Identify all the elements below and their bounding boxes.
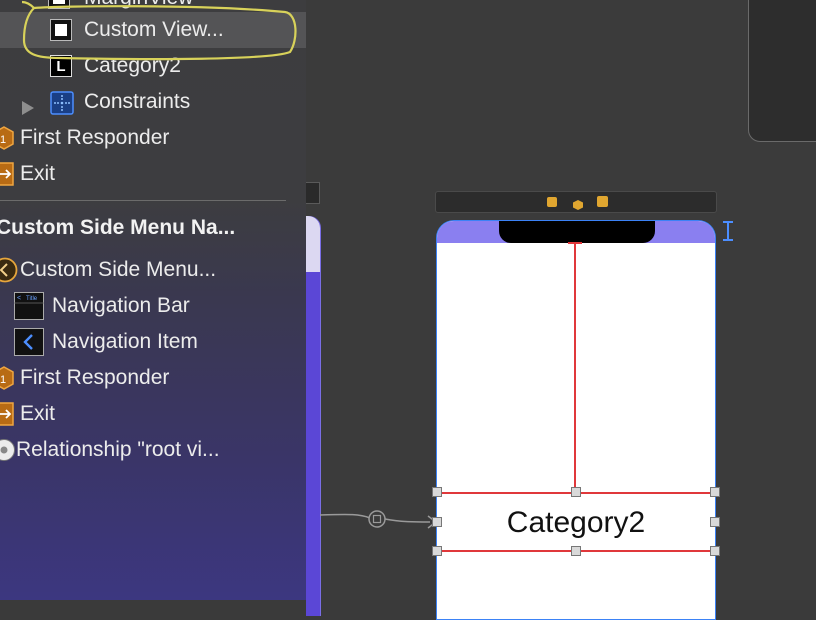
navigation-item-icon <box>14 328 44 356</box>
exit-icon <box>0 402 14 426</box>
segue-arrow[interactable] <box>320 500 450 540</box>
label-icon: L <box>50 55 72 77</box>
resize-handle-right[interactable] <box>710 517 720 527</box>
height-indicator-icon <box>723 221 733 241</box>
outline-item-first-responder[interactable]: 1 First Responder <box>0 122 306 154</box>
first-responder-icon: 1 <box>0 366 14 390</box>
resize-handle-bottom-right[interactable] <box>710 546 720 556</box>
scene-preview <box>748 0 816 142</box>
first-responder-icon[interactable] <box>573 197 583 210</box>
previous-scene-top <box>306 216 320 272</box>
outline-item-exit-2[interactable]: Exit <box>0 398 306 430</box>
first-responder-icon: 1 <box>0 126 14 150</box>
top-constraint-cap <box>568 242 582 244</box>
outline-item-custom-view[interactable]: Custom View... <box>0 14 306 46</box>
resize-handle-top[interactable] <box>571 487 581 497</box>
outline-item-category2[interactable]: L Category2 <box>0 50 306 82</box>
scene-section-title[interactable]: Custom Side Menu Na... <box>0 212 235 244</box>
exit-icon <box>0 162 14 186</box>
scene-dock <box>435 191 717 213</box>
resize-handle-left[interactable] <box>432 517 442 527</box>
svg-text:1: 1 <box>0 374 6 386</box>
resize-handle-top-right[interactable] <box>710 487 720 497</box>
section-divider <box>0 200 286 201</box>
relationship-icon <box>0 438 16 462</box>
exit-icon[interactable] <box>597 196 608 207</box>
svg-text:Title: Title <box>26 296 38 302</box>
view-icon <box>48 0 70 9</box>
category2-label[interactable]: Category2 <box>437 502 715 544</box>
constraints-icon <box>50 91 74 115</box>
outline-item-marginview[interactable]: MarginView <box>0 0 306 14</box>
device-notch <box>499 221 655 243</box>
navigation-bar-icon: < Title <box>14 292 44 320</box>
custom-view-controller-scene[interactable] <box>436 220 716 620</box>
outline-item-exit[interactable]: Exit <box>0 158 306 190</box>
outline-item-navigation-item[interactable]: Navigation Item <box>0 326 306 358</box>
outline-item-relationship[interactable]: Relationship "root vi... <box>0 434 306 466</box>
outline-item-navigation-bar[interactable]: < Title Navigation Bar <box>0 290 306 322</box>
disclosure-triangle-icon[interactable] <box>20 94 36 115</box>
svg-text:<: < <box>17 295 21 302</box>
svg-text:1: 1 <box>0 134 6 146</box>
resize-handle-bottom-left[interactable] <box>432 546 442 556</box>
view-controller-icon[interactable] <box>547 197 557 207</box>
back-circle-icon <box>0 257 18 283</box>
outline-item-constraints[interactable]: Constraints <box>0 86 306 118</box>
outline-item-custom-side-menu[interactable]: Custom Side Menu... <box>0 254 306 286</box>
view-icon <box>50 19 72 41</box>
top-constraint-line[interactable] <box>574 242 576 493</box>
previous-scene[interactable] <box>306 216 321 616</box>
outline-item-first-responder-2[interactable]: 1 First Responder <box>0 362 306 394</box>
scene-dock-tab <box>306 182 320 204</box>
resize-handle-top-left[interactable] <box>432 487 442 497</box>
document-outline: MarginView Custom View... L Category2 Co… <box>0 0 306 600</box>
resize-handle-bottom[interactable] <box>571 546 581 556</box>
